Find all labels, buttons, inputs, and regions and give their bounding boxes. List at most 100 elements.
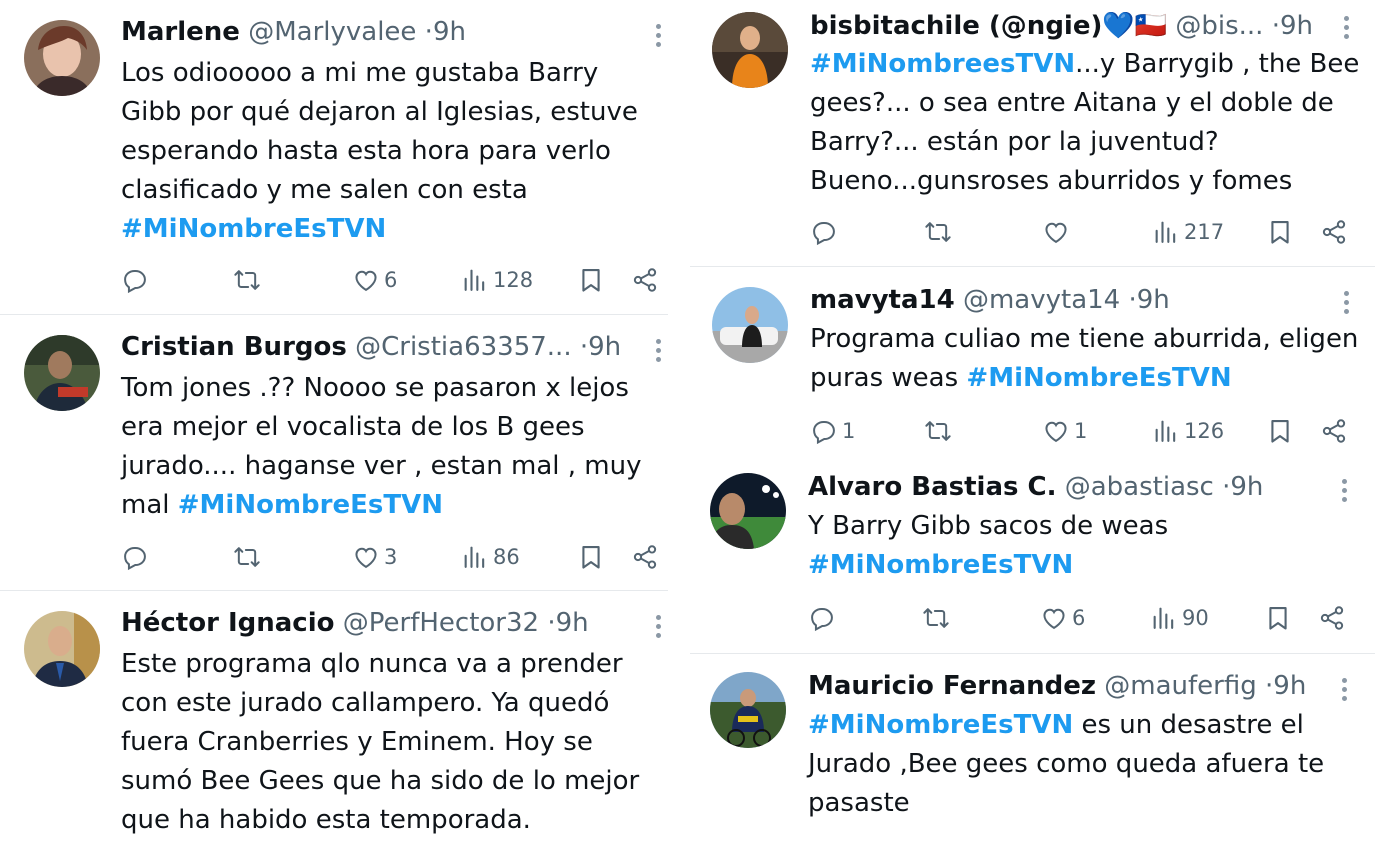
hashtag-link[interactable]: #MiNombreEsTVN	[966, 363, 1231, 393]
more-options-icon[interactable]	[656, 339, 664, 366]
timestamp[interactable]: 9h	[588, 332, 621, 362]
tweet-card[interactable]: Alvaro Bastias C. @abastiasc ·9h Y Barry…	[690, 455, 1375, 652]
tweet-card[interactable]: bisbitachile (@ngie)💙🇨🇱 @bis... ·9h #MiN…	[690, 0, 1375, 266]
bookmark-button[interactable]	[1266, 415, 1294, 447]
views-button[interactable]: 126	[1152, 415, 1224, 447]
hashtag-link[interactable]: #MiNombreEsTVN	[808, 550, 1073, 580]
username-handle[interactable]: @abastiasc	[1065, 472, 1214, 502]
tweet-body-text: Los odiooooo a mi me gustaba Barry Gibb …	[121, 58, 638, 205]
retweet-button[interactable]	[922, 602, 954, 634]
views-button[interactable]: 128	[461, 264, 533, 296]
bookmark-button[interactable]	[577, 541, 605, 573]
avatar[interactable]	[24, 20, 100, 96]
tweet-card[interactable]: Marlene @Marlyvalee ·9h Los odiooooo a m…	[0, 0, 668, 314]
display-name[interactable]: Alvaro Bastias C.	[808, 472, 1056, 502]
like-button[interactable]: 3	[352, 541, 397, 573]
avatar[interactable]	[712, 12, 788, 88]
view-count: 126	[1184, 419, 1225, 443]
share-icon	[1320, 218, 1348, 246]
tweet-card[interactable]: mavyta14 @mavyta14 ·9h Programa culiao m…	[690, 267, 1375, 455]
username-handle[interactable]: @PerfHector32	[343, 608, 539, 638]
views-button[interactable]: 86	[461, 541, 520, 573]
tweet-text: Y Barry Gibb sacos de weas #MiNombreEsTV…	[808, 507, 1358, 585]
more-options-icon[interactable]	[656, 615, 664, 642]
like-button[interactable]	[1042, 216, 1074, 248]
timestamp[interactable]: 9h	[433, 17, 466, 47]
bookmark-icon	[1266, 417, 1294, 445]
display-name[interactable]: mavyta14	[810, 285, 955, 315]
username-handle[interactable]: @mavyta14	[963, 285, 1120, 315]
like-button[interactable]: 1	[1042, 415, 1087, 447]
share-button[interactable]	[1318, 602, 1346, 634]
avatar[interactable]	[712, 287, 788, 363]
avatar[interactable]	[710, 473, 786, 549]
tweet-header: Mauricio Fernandez @mauferfig ·9h	[808, 670, 1306, 702]
avatar[interactable]	[24, 335, 100, 411]
like-button[interactable]: 6	[352, 264, 397, 296]
avatar[interactable]	[710, 672, 786, 748]
more-options-icon[interactable]	[656, 24, 664, 51]
username-handle[interactable]: @mauferfig	[1104, 671, 1256, 701]
timestamp[interactable]: 9h	[1280, 11, 1313, 41]
tweet-actions: 217	[810, 216, 1355, 248]
share-button[interactable]	[1320, 415, 1348, 447]
more-options-icon[interactable]	[1342, 479, 1350, 506]
bookmark-button[interactable]	[1264, 602, 1292, 634]
tweet-header: mavyta14 @mavyta14 ·9h	[810, 284, 1170, 316]
retweet-button[interactable]	[233, 264, 265, 296]
tweet-text: Programa culiao me tiene aburrida, elige…	[810, 320, 1360, 398]
reply-button[interactable]	[121, 264, 153, 296]
more-options-icon[interactable]	[1342, 678, 1350, 705]
reply-button[interactable]	[808, 602, 840, 634]
display-name[interactable]: Héctor Ignacio	[121, 608, 335, 638]
tweet-text: Este programa qlo nunca va a prender con…	[121, 645, 651, 840]
hashtag-link[interactable]: #MiNombreEsTVN	[178, 490, 443, 520]
share-button[interactable]	[631, 264, 659, 296]
reply-button[interactable]: 1	[810, 415, 855, 447]
views-icon	[1150, 604, 1178, 632]
share-button[interactable]	[631, 541, 659, 573]
more-options-icon[interactable]	[1344, 291, 1352, 318]
tweet-actions: 6 128	[121, 264, 661, 296]
bookmark-icon	[577, 266, 605, 294]
display-name[interactable]: bisbitachile (@ngie)💙🇨🇱	[810, 11, 1167, 41]
timestamp[interactable]: 9h	[1137, 285, 1170, 315]
display-name[interactable]: Marlene	[121, 17, 240, 47]
tweet-card[interactable]: Cristian Burgos @Cristia63357... ·9h Tom…	[0, 315, 668, 590]
bookmark-icon	[1266, 218, 1294, 246]
hashtag-link[interactable]: #MiNombreEsTVN	[808, 710, 1073, 740]
reply-button[interactable]	[121, 541, 153, 573]
avatar[interactable]	[24, 611, 100, 687]
tweet-card[interactable]: Héctor Ignacio @PerfHector32 ·9h Este pr…	[0, 591, 668, 841]
display-name[interactable]: Mauricio Fernandez	[808, 671, 1096, 701]
like-button[interactable]: 6	[1040, 602, 1085, 634]
separator-dot: ·	[579, 332, 589, 362]
hashtag-link[interactable]: #MiNombreesTVN	[810, 49, 1075, 79]
tweet-card[interactable]: Mauricio Fernandez @mauferfig ·9h #MiNom…	[690, 654, 1375, 841]
like-count: 3	[384, 545, 398, 569]
timestamp[interactable]: 9h	[1230, 472, 1263, 502]
like-count: 6	[1072, 606, 1086, 630]
retweet-button[interactable]	[924, 216, 956, 248]
retweet-icon	[922, 604, 950, 632]
username-handle[interactable]: @Cristia63357...	[355, 332, 571, 362]
bookmark-button[interactable]	[577, 264, 605, 296]
views-icon	[461, 266, 489, 294]
bookmark-button[interactable]	[1266, 216, 1294, 248]
retweet-button[interactable]	[924, 415, 956, 447]
reply-button[interactable]	[810, 216, 842, 248]
username-handle[interactable]: @Marlyvalee	[248, 17, 416, 47]
more-options-icon[interactable]	[1344, 16, 1352, 43]
reply-icon	[808, 604, 836, 632]
views-button[interactable]: 90	[1150, 602, 1209, 634]
display-name[interactable]: Cristian Burgos	[121, 332, 347, 362]
views-button[interactable]: 217	[1152, 216, 1224, 248]
hashtag-link[interactable]: #MiNombreEsTVN	[121, 214, 386, 244]
share-button[interactable]	[1320, 216, 1348, 248]
retweet-button[interactable]	[233, 541, 265, 573]
username-handle[interactable]: @bis...	[1175, 11, 1263, 41]
timestamp[interactable]: 9h	[1273, 671, 1306, 701]
view-count: 217	[1184, 220, 1225, 244]
timestamp[interactable]: 9h	[556, 608, 589, 638]
reply-icon	[121, 543, 149, 571]
